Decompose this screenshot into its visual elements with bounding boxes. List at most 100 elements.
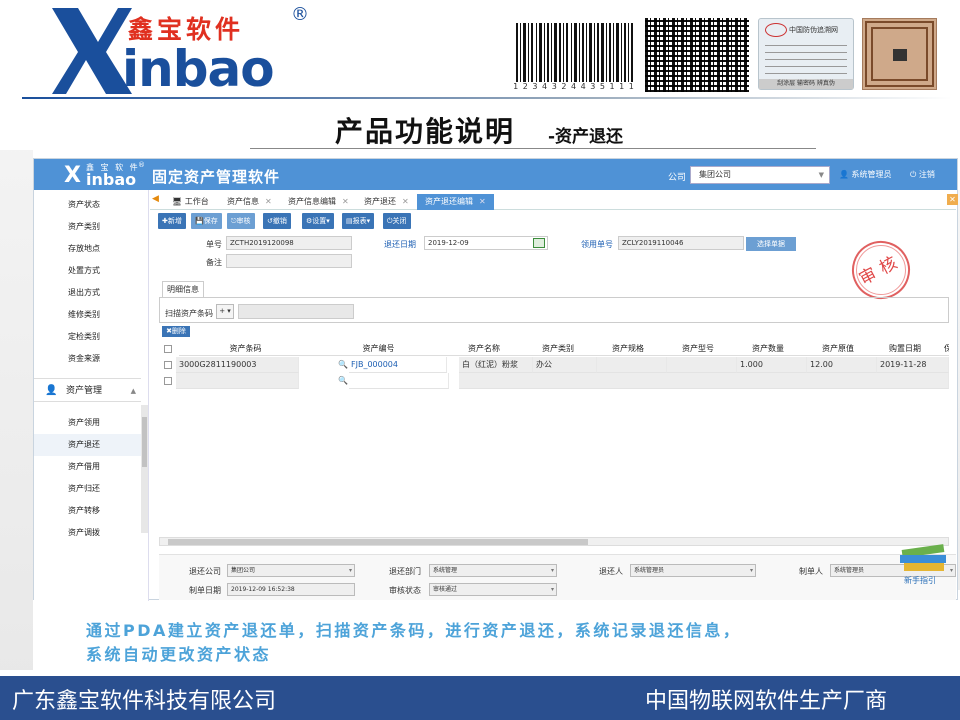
sidebar-item-asset-giveback[interactable]: 资产归还 xyxy=(34,478,141,500)
background-decoration-left xyxy=(0,150,33,670)
chevron-down-icon: ▾ xyxy=(749,567,753,574)
tab-asset-info-edit[interactable]: 资产信息编辑 ✕ xyxy=(288,194,349,210)
make-date-field[interactable]: 2019-12-09 16:52:38 xyxy=(227,583,355,596)
remark-field[interactable] xyxy=(226,254,352,268)
close-icon[interactable]: ✕ xyxy=(479,197,486,206)
close-icon[interactable]: ✕ xyxy=(342,197,349,206)
returner-select[interactable]: 系统管理员 ▾ xyxy=(630,564,756,577)
asset-table: 资产条码 资产编号 资产名称 资产类别 资产规格 资产型号 资产数量 资产原值 … xyxy=(159,342,949,392)
label-text-lines xyxy=(765,43,847,81)
logout-button[interactable]: ⏻ 注销 xyxy=(910,169,935,180)
cell-asset-name[interactable]: 白（红泥）粉浆 xyxy=(459,357,533,373)
sidebar-item-asset-return[interactable]: 资产退还 xyxy=(34,434,141,456)
sidebar-item-inspection-category[interactable]: 定检类别 xyxy=(34,326,141,348)
cell-asset-model[interactable] xyxy=(667,357,737,373)
return-dept-select[interactable]: 系统管理 ▾ xyxy=(429,564,557,577)
close-button[interactable]: ⏻关闭 xyxy=(383,213,411,229)
cell-purchase-date[interactable]: 2019-11-28 xyxy=(877,357,949,373)
label-footer: 刮涂层 输密码 辨真伪 xyxy=(759,79,853,89)
delete-button[interactable]: ✖删除 xyxy=(162,326,190,337)
receive-no-field[interactable]: ZCLY2019110046 xyxy=(618,236,744,250)
sidebar-item-asset-borrow[interactable]: 资产借用 xyxy=(34,456,141,478)
column-header: 购置日期 xyxy=(873,342,937,356)
sidebar-item-fund-source[interactable]: 资金来源 xyxy=(34,348,141,370)
app-logo: X 鑫 宝 软 件 inbao ® xyxy=(64,161,150,189)
sidebar-item-asset-category[interactable]: 资产类别 xyxy=(34,216,141,238)
scrollbar-thumb[interactable] xyxy=(168,539,588,545)
return-date-field[interactable]: 2019-12-09 xyxy=(424,236,548,250)
tab-workbench[interactable]: 🖥 工作台 xyxy=(172,194,209,210)
sidebar-group-asset-management[interactable]: 👤 资产管理 ▲ xyxy=(34,378,141,402)
close-icon[interactable]: ✕ xyxy=(265,197,272,206)
barcode-icon xyxy=(516,23,633,87)
close-all-tabs-icon[interactable]: ✕ xyxy=(947,194,958,205)
tab-detail-info[interactable]: 明细信息 xyxy=(162,281,204,297)
cell-barcode[interactable]: 3000G2811190003 xyxy=(176,357,299,373)
scan-add-dropdown[interactable]: + ▾ xyxy=(216,304,234,319)
novice-guide-label: 新手指引 xyxy=(904,576,936,585)
column-header: 资产条码 xyxy=(179,342,312,356)
tab-label: 工作台 xyxy=(184,197,209,206)
sidebar-item-repair-category[interactable]: 维修类别 xyxy=(34,304,141,326)
sidebar-item-storage-location[interactable]: 存放地点 xyxy=(34,238,141,260)
search-icon[interactable]: 🔍 xyxy=(338,376,348,385)
sidebar-item-disposal-method[interactable]: 处置方式 xyxy=(34,260,141,282)
report-button[interactable]: ▤报表▾ xyxy=(342,213,375,229)
column-header: 资产编号 xyxy=(312,342,445,356)
novice-guide-button[interactable]: 新手指引 xyxy=(898,535,958,585)
cell-asset-spec[interactable] xyxy=(597,357,667,373)
search-icon[interactable]: 🔍 xyxy=(338,360,348,369)
sidebar-item-asset-status[interactable]: 资产状态 xyxy=(34,194,141,216)
app-header: X 鑫 宝 软 件 inbao ® 固定资产管理软件 公司 集团公司 ▼ 👤 系… xyxy=(34,159,957,190)
audit-button[interactable]: ⎋审核 xyxy=(227,213,255,229)
close-icon[interactable]: ✕ xyxy=(402,197,409,206)
anti-counterfeit-label-icon: 中国防伪追溯网 刮涂层 输密码 辨真伪 xyxy=(758,18,854,90)
cell-asset-code-empty[interactable] xyxy=(349,373,449,389)
save-button[interactable]: 💾保存 xyxy=(191,213,222,229)
sidebar-item-asset-receive[interactable]: 资产领用 xyxy=(34,412,141,434)
select-all-checkbox[interactable] xyxy=(164,345,172,353)
tab-asset-info[interactable]: 资产信息 ✕ xyxy=(227,194,272,210)
scrollbar-thumb[interactable] xyxy=(142,417,147,467)
slide-subtitle: -资产退还 xyxy=(548,127,624,147)
row-checkbox[interactable] xyxy=(164,377,172,385)
cell-asset-qty[interactable]: 1.000 xyxy=(737,357,807,373)
return-date-label: 退还日期 xyxy=(384,240,416,249)
new-button[interactable]: ✚新增 xyxy=(158,213,186,229)
sidebar-item-asset-transfer[interactable]: 资产转移 xyxy=(34,500,141,522)
select-document-button[interactable]: 选择单据 xyxy=(746,237,796,251)
app-logo-x: X xyxy=(64,163,81,188)
cell-asset-category[interactable]: 办公 xyxy=(533,357,597,373)
audit-status-label: 审核状态 xyxy=(389,586,421,595)
scan-barcode-input[interactable] xyxy=(238,304,354,319)
settings-button[interactable]: ⚙设置▾ xyxy=(302,213,334,229)
table-horizontal-scrollbar[interactable] xyxy=(159,537,949,546)
column-header: 资产规格 xyxy=(593,342,663,356)
return-company-select[interactable]: 集团公司 ▾ xyxy=(227,564,355,577)
tab-bar: ◀ 🖥 工作台 资产信息 ✕ 资产信息编辑 ✕ 资产退还 ✕ 资产退还编辑 ✕ xyxy=(150,192,956,210)
select-value: 集团公司 xyxy=(231,567,256,574)
title-underline xyxy=(250,148,816,149)
bill-no-field[interactable]: ZCTH2019120098 xyxy=(226,236,352,250)
select-value: 系统管理员 xyxy=(834,567,865,574)
cell-barcode-empty[interactable] xyxy=(176,373,299,389)
cell-empty-row[interactable] xyxy=(459,373,949,389)
sidebar-item-asset-allocate[interactable]: 资产调拨 xyxy=(34,522,141,544)
cell-asset-value[interactable]: 12.00 xyxy=(807,357,877,373)
revoke-button[interactable]: ↺撤销 xyxy=(263,213,291,229)
sidebar-scrollbar[interactable] xyxy=(141,405,148,533)
tab-asset-return[interactable]: 资产退还 ✕ xyxy=(364,194,409,210)
user-menu[interactable]: 👤 系统管理员 xyxy=(839,169,892,180)
back-arrow-icon[interactable]: ◀ xyxy=(152,194,159,204)
calendar-icon[interactable] xyxy=(533,238,545,248)
logo-wordmark: inbao xyxy=(122,40,275,98)
remark-label: 备注 xyxy=(206,258,222,267)
row-checkbox[interactable] xyxy=(164,361,172,369)
column-header: 保管 xyxy=(937,342,949,356)
audit-status-select[interactable]: 审核通过 ▾ xyxy=(429,583,557,596)
company-select[interactable]: 集团公司 ▼ xyxy=(690,166,830,184)
tab-asset-return-edit[interactable]: 资产退还编辑 ✕ xyxy=(417,194,494,210)
cell-asset-code[interactable]: FJB_000004 xyxy=(349,357,447,373)
sidebar-item-exit-method[interactable]: 退出方式 xyxy=(34,282,141,304)
app-title: 固定资产管理软件 xyxy=(152,168,281,186)
